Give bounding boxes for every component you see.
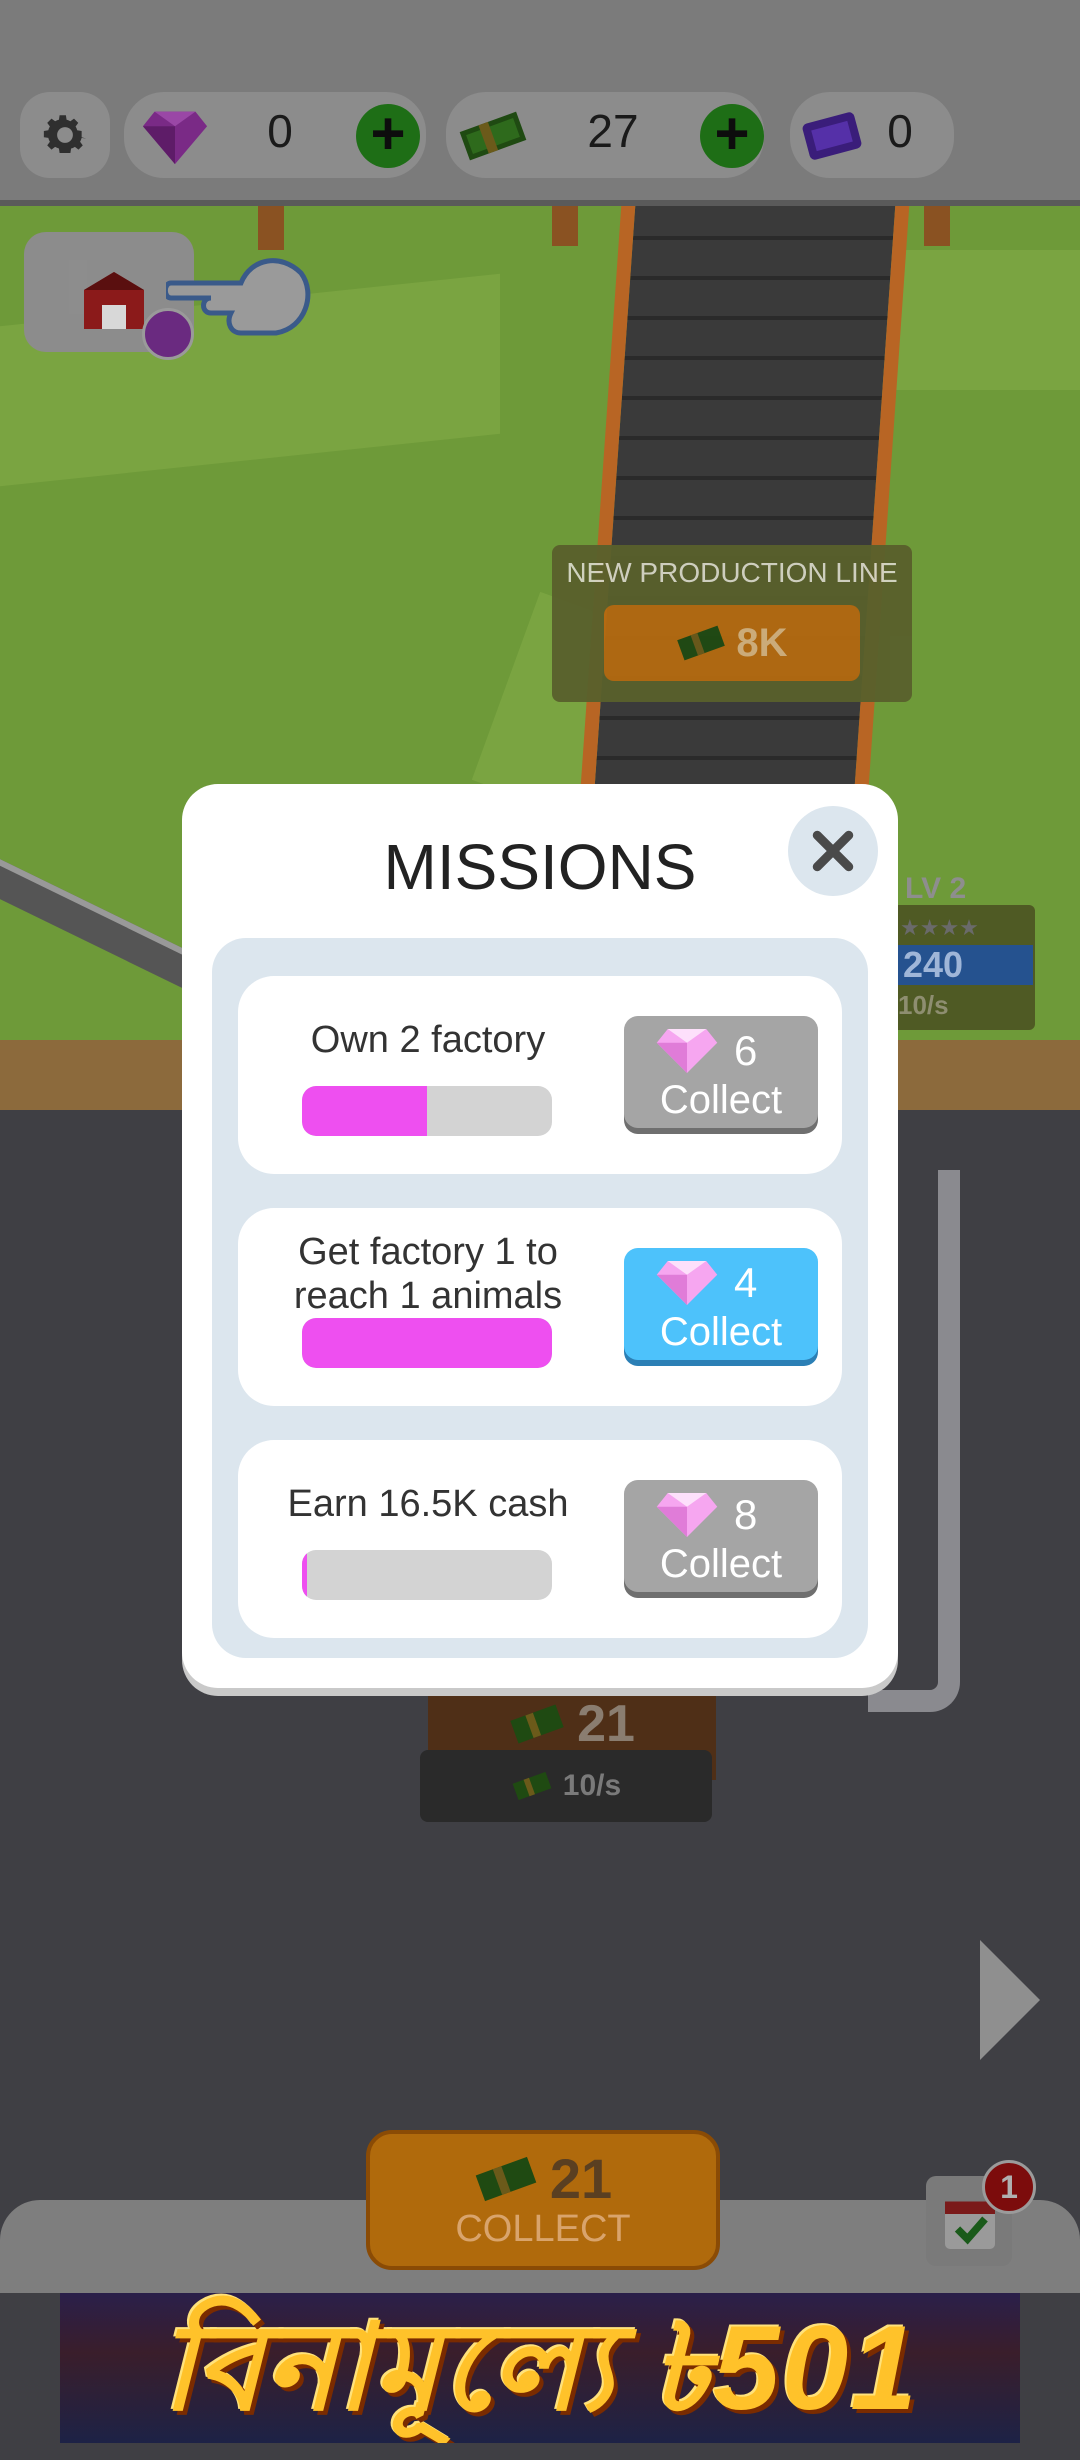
close-button[interactable] [788, 806, 878, 896]
collect-reward-button[interactable]: 4 Collect [624, 1248, 818, 1360]
collect-label: Collect [659, 1078, 783, 1122]
gear-icon [43, 115, 87, 153]
cash-icon [510, 1704, 564, 1744]
collect-button[interactable]: 21 COLLECT [366, 2130, 720, 2270]
mission-progress-fill [302, 1086, 427, 1136]
collect-label: Collect [659, 1542, 783, 1586]
cash-icon [475, 2156, 537, 2201]
cash-icon [512, 1771, 552, 1801]
collect-reward-button[interactable]: 8 Collect [624, 1480, 818, 1592]
collect-reward-button[interactable]: 6 Collect [624, 1016, 818, 1128]
buy-production-line-button[interactable]: 8K [604, 605, 860, 681]
output-rate-value: 10/s [562, 1769, 622, 1802]
gem-icon [656, 1029, 718, 1073]
mission-label: Get factory 1 to reach 1 animals [293, 1231, 563, 1317]
collect-label: Collect [659, 1310, 783, 1354]
factory-level: LV 2 [905, 872, 967, 905]
gems-value: 0 [267, 105, 293, 157]
plus-icon: + [714, 100, 750, 167]
factory-rate: 10/s [898, 990, 949, 1020]
collect-amount: 21 [549, 2147, 613, 2210]
gem-icon [142, 111, 208, 165]
tickets-value: 0 [887, 105, 913, 157]
mission-card: Get factory 1 to reach 1 animals 4 Colle… [238, 1208, 842, 1406]
mission-progress-bar [302, 1550, 552, 1600]
reward-amount: 6 [734, 1027, 758, 1074]
reward-amount: 8 [734, 1491, 758, 1538]
mission-label: Earn 16.5K cash [287, 1483, 569, 1525]
plus-icon: + [370, 100, 406, 167]
production-line-cost: 8K [736, 620, 788, 665]
new-production-line-panel: NEW PRODUCTION LINE 8K [552, 545, 912, 702]
mission-progress-fill [302, 1318, 552, 1368]
new-production-line-title: NEW PRODUCTION LINE [566, 557, 898, 588]
cash-icon [459, 111, 527, 161]
factory-value: 240 [895, 945, 1033, 985]
mission-progress-bar [302, 1086, 552, 1136]
close-icon [812, 830, 854, 872]
ad-text: বিনামূল্যে ৳501 [161, 2301, 919, 2435]
add-gems-button[interactable]: + [356, 104, 420, 168]
reward-amount: 4 [734, 1259, 758, 1306]
calendar-badge: 1 [982, 2160, 1036, 2214]
output-rate-box: 10/s [420, 1750, 712, 1822]
mission-progress-bar [302, 1318, 552, 1368]
mission-label: Own 2 factory [310, 1019, 546, 1061]
conveyor-belt [578, 200, 910, 820]
add-cash-button[interactable]: + [700, 104, 764, 168]
ad-banner[interactable]: বিনামূল্যে ৳501 [60, 2293, 1020, 2443]
gem-icon [656, 1493, 718, 1537]
missions-dialog: MISSIONS Own 2 factory 6 Collect Get fac… [182, 784, 898, 1688]
right-arrow-icon[interactable] [980, 1940, 1040, 2060]
star-rating: ★★★★ [900, 915, 979, 940]
cash-value: 27 [587, 105, 639, 157]
pointer-hand-icon [166, 258, 311, 336]
barn-icon [69, 260, 144, 329]
missions-list: Own 2 factory 6 Collect Get factory 1 to… [212, 938, 868, 1658]
cash-icon [677, 625, 726, 661]
mission-card: Earn 16.5K cash 8 Collect [238, 1440, 842, 1638]
output-cash-value: 21 [577, 1695, 635, 1753]
mission-card: Own 2 factory 6 Collect [238, 976, 842, 1174]
collect-label: COLLECT [455, 2208, 631, 2250]
gem-icon [656, 1261, 718, 1305]
mission-progress-fill [302, 1550, 307, 1600]
settings-button[interactable] [20, 92, 110, 178]
